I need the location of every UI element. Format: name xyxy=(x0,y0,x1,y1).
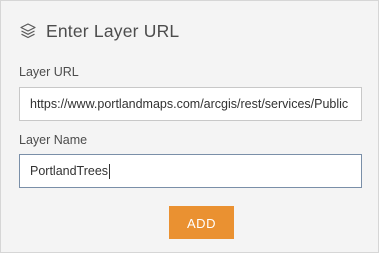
layer-name-label: Layer Name xyxy=(19,133,88,147)
enter-layer-url-panel: Enter Layer URL Layer URL https://www.po… xyxy=(0,0,379,253)
panel-title: Enter Layer URL xyxy=(46,20,180,41)
layers-icon xyxy=(19,22,37,40)
layer-url-input[interactable]: https://www.portlandmaps.com/arcgis/rest… xyxy=(19,87,362,121)
layer-url-label: Layer URL xyxy=(19,65,79,79)
layer-url-value: https://www.portlandmaps.com/arcgis/rest… xyxy=(30,97,349,111)
layer-name-value: PortlandTrees xyxy=(30,164,109,178)
layer-name-input[interactable]: PortlandTrees xyxy=(19,154,362,188)
panel-header: Enter Layer URL xyxy=(19,19,179,43)
add-button[interactable]: ADD xyxy=(169,206,234,239)
text-caret xyxy=(109,164,111,180)
